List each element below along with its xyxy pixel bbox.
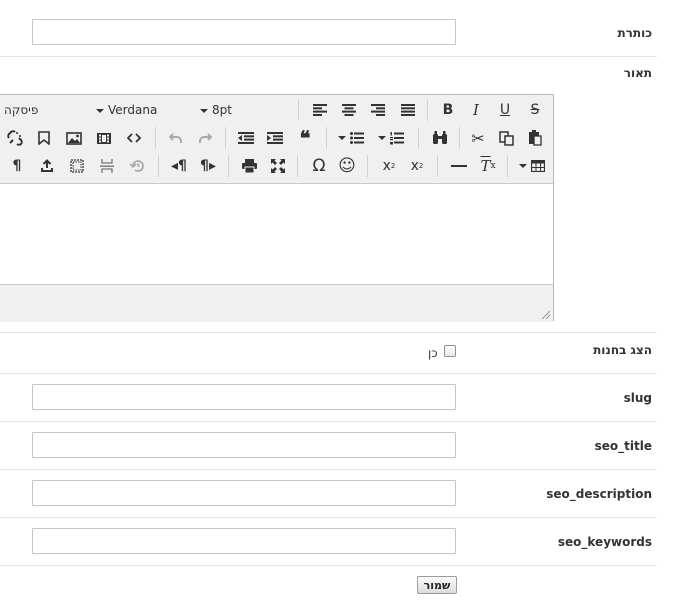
clear-format-icon[interactable]: Tx <box>476 155 500 177</box>
toolbar-separator <box>228 155 229 177</box>
numbered-list-icon[interactable] <box>374 127 408 149</box>
toolbar-separator <box>297 155 298 177</box>
strikethrough-icon[interactable]: S <box>523 99 547 121</box>
editor-toolbar: פיסקה Verdana 8pt B I U S ❝ ✂ ¶ ◂¶ ¶▸ Ω … <box>0 95 553 184</box>
slug-label: slug <box>623 391 652 405</box>
seo-description-input[interactable] <box>32 480 456 506</box>
print-icon[interactable] <box>237 155 261 177</box>
subscript-icon[interactable]: x2 <box>377 155 401 177</box>
paste-icon[interactable] <box>523 127 547 149</box>
title-label: כותרת <box>617 26 652 40</box>
toolbar-separator <box>507 155 508 177</box>
seo-title-input[interactable] <box>32 432 456 458</box>
bullet-list-icon[interactable] <box>334 127 368 149</box>
toolbar-separator <box>155 127 156 149</box>
table-icon[interactable] <box>515 155 549 177</box>
insert-file-icon[interactable] <box>35 155 59 177</box>
toolbar-separator <box>459 127 460 149</box>
font-dropdown[interactable]: Verdana <box>96 103 157 117</box>
title-input[interactable] <box>32 19 456 45</box>
font-size-dropdown[interactable]: 8pt <box>200 103 232 117</box>
description-label: תאור <box>623 66 652 80</box>
editor-content-area[interactable] <box>0 184 553 288</box>
find-replace-icon[interactable] <box>428 127 452 149</box>
cut-icon[interactable]: ✂ <box>466 127 490 149</box>
code-icon[interactable] <box>122 127 146 149</box>
align-right-icon[interactable] <box>366 99 390 121</box>
toolbar-separator <box>418 127 419 149</box>
editor-status-bar <box>0 284 553 322</box>
toolbar-separator <box>158 155 159 177</box>
italic-icon[interactable]: I <box>464 99 488 121</box>
ltr-icon[interactable]: ◂¶ <box>167 155 191 177</box>
toolbar-separator <box>367 155 368 177</box>
show-in-stores-label: הצג בחנות <box>593 343 652 357</box>
image-icon[interactable] <box>62 127 86 149</box>
chevron-down-icon <box>519 164 527 168</box>
save-button[interactable]: שמור <box>417 576 457 594</box>
bold-icon[interactable]: B <box>436 99 460 121</box>
toolbar-separator <box>427 99 428 121</box>
resize-handle-icon[interactable] <box>542 311 550 319</box>
toolbar-separator <box>225 127 226 149</box>
rich-text-editor: פיסקה Verdana 8pt B I U S ❝ ✂ ¶ ◂¶ ¶▸ Ω … <box>0 94 554 322</box>
seo-title-label: seo_title <box>594 439 652 453</box>
seo-keywords-label: seo_keywords <box>557 535 652 549</box>
chevron-down-icon <box>338 136 346 140</box>
format-dropdown-label: פיסקה <box>4 103 39 117</box>
special-char-icon[interactable]: Ω <box>307 155 331 177</box>
chevron-down-icon <box>96 108 104 113</box>
indent-icon[interactable] <box>263 127 287 149</box>
unlink-icon[interactable] <box>3 127 27 149</box>
bookmark-icon[interactable] <box>32 127 56 149</box>
divider <box>0 565 657 566</box>
align-justify-icon[interactable] <box>396 99 420 121</box>
slug-input[interactable] <box>32 384 456 410</box>
format-dropdown[interactable]: פיסקה <box>4 103 38 117</box>
fullscreen-icon[interactable] <box>266 155 290 177</box>
template-icon[interactable] <box>65 155 89 177</box>
toolbar-separator <box>298 99 299 121</box>
divider <box>0 332 657 333</box>
show-in-stores-option-label: כן <box>428 346 438 360</box>
horizontal-rule-icon[interactable] <box>447 155 471 177</box>
divider <box>0 56 657 57</box>
divider <box>0 373 657 374</box>
font-size-dropdown-label: 8pt <box>212 103 232 117</box>
blockquote-icon[interactable]: ❝ <box>293 126 317 150</box>
divider <box>0 517 657 518</box>
show-in-stores-checkbox[interactable] <box>444 345 456 357</box>
superscript-icon[interactable]: x2 <box>405 155 429 177</box>
chevron-down-icon <box>378 136 386 140</box>
rtl-icon[interactable]: ¶▸ <box>196 155 220 177</box>
emoticon-icon[interactable]: ☺ <box>335 155 359 177</box>
divider <box>0 469 657 470</box>
align-left-icon[interactable] <box>308 99 332 121</box>
divider <box>0 421 657 422</box>
paragraph-icon[interactable]: ¶ <box>5 155 29 177</box>
toolbar-separator <box>326 127 327 149</box>
chevron-down-icon <box>200 108 208 113</box>
outdent-icon[interactable] <box>234 127 258 149</box>
align-center-icon[interactable] <box>337 99 361 121</box>
seo-keywords-input[interactable] <box>32 528 456 554</box>
media-icon[interactable] <box>92 127 116 149</box>
redo-icon[interactable] <box>193 127 217 149</box>
copy-icon[interactable] <box>494 127 518 149</box>
toolbar-separator <box>437 155 438 177</box>
underline-icon[interactable]: U <box>493 99 517 121</box>
font-dropdown-label: Verdana <box>108 103 158 117</box>
undo-icon[interactable] <box>164 127 188 149</box>
seo-description-label: seo_description <box>546 487 652 501</box>
pagebreak-icon[interactable] <box>95 155 119 177</box>
restore-draft-icon[interactable] <box>125 155 149 177</box>
